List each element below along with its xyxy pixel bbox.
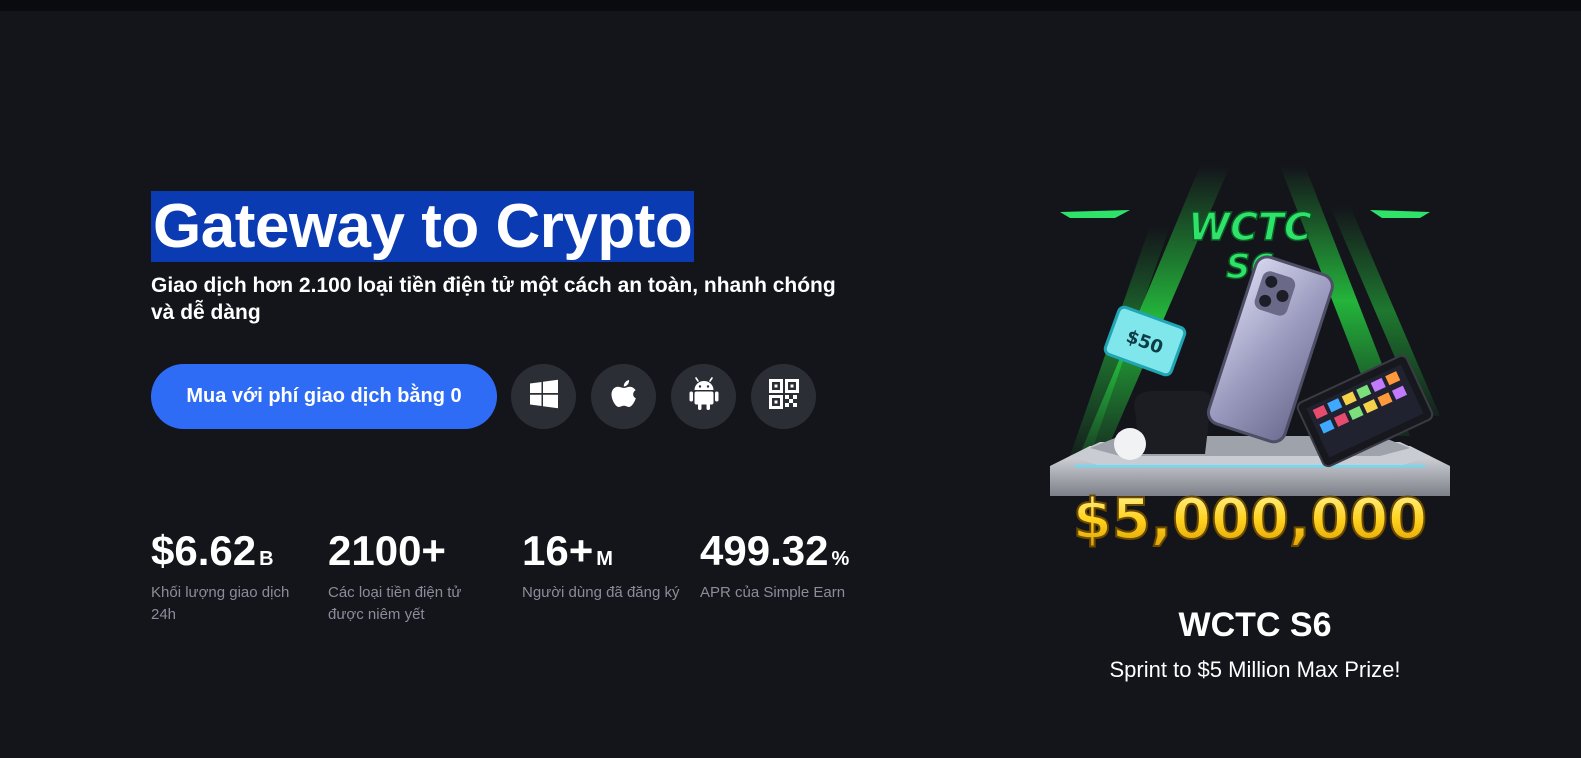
stat-trading-volume: $6.62 B Khối lượng giao dịch 24h bbox=[151, 528, 311, 626]
windows-download-button[interactable] bbox=[511, 364, 576, 429]
hero-subtitle: Giao dịch hơn 2.100 loại tiền điện tử mộ… bbox=[151, 274, 836, 324]
stat-unit: B bbox=[259, 548, 274, 570]
promo-title[interactable]: WCTC S6 bbox=[1030, 605, 1480, 645]
stat-simple-earn-apr: 499.32% APR của Simple Earn bbox=[700, 528, 870, 604]
android-download-button[interactable] bbox=[671, 364, 736, 429]
android-icon bbox=[688, 377, 720, 416]
apple-icon bbox=[609, 378, 639, 415]
promo-banner-image[interactable]: WCTC S6 $50 $5,000,000 bbox=[1030, 166, 1470, 556]
buy-zero-fee-button[interactable]: Mua với phí giao dịch bằng 0 bbox=[151, 364, 497, 429]
stat-unit: M bbox=[596, 548, 613, 570]
stat-value: $6.62 bbox=[151, 527, 257, 574]
hero-headline: Gateway to Crypto bbox=[151, 191, 695, 262]
stat-label: Người dùng đã đăng ký bbox=[522, 584, 680, 601]
qr-code-download-button[interactable] bbox=[751, 364, 816, 429]
stat-value: 2100+ bbox=[328, 527, 446, 574]
top-bar bbox=[0, 0, 1581, 11]
qr-code-icon bbox=[768, 379, 799, 414]
stat-value: 499.32 bbox=[700, 527, 829, 574]
stat-label: APR của Simple Earn bbox=[700, 584, 846, 601]
stat-label: Các loại tiền điện tử được niêm yết bbox=[328, 584, 462, 623]
stat-registered-users: 16+ M Người dùng đã đăng ký bbox=[522, 528, 682, 604]
svg-text:WCTC: WCTC bbox=[1188, 205, 1312, 249]
windows-icon bbox=[528, 378, 560, 415]
stat-listed-coins: 2100+ Các loại tiền điện tử được niêm yế… bbox=[328, 528, 488, 626]
apple-download-button[interactable] bbox=[591, 364, 656, 429]
stat-label: Khối lượng giao dịch 24h bbox=[151, 584, 290, 623]
stat-unit: % bbox=[831, 548, 850, 570]
stat-value: 16+ bbox=[522, 527, 594, 574]
promo-subtitle: Sprint to $5 Million Max Prize! bbox=[1109, 657, 1401, 682]
svg-text:$5,000,000: $5,000,000 bbox=[1073, 487, 1427, 552]
